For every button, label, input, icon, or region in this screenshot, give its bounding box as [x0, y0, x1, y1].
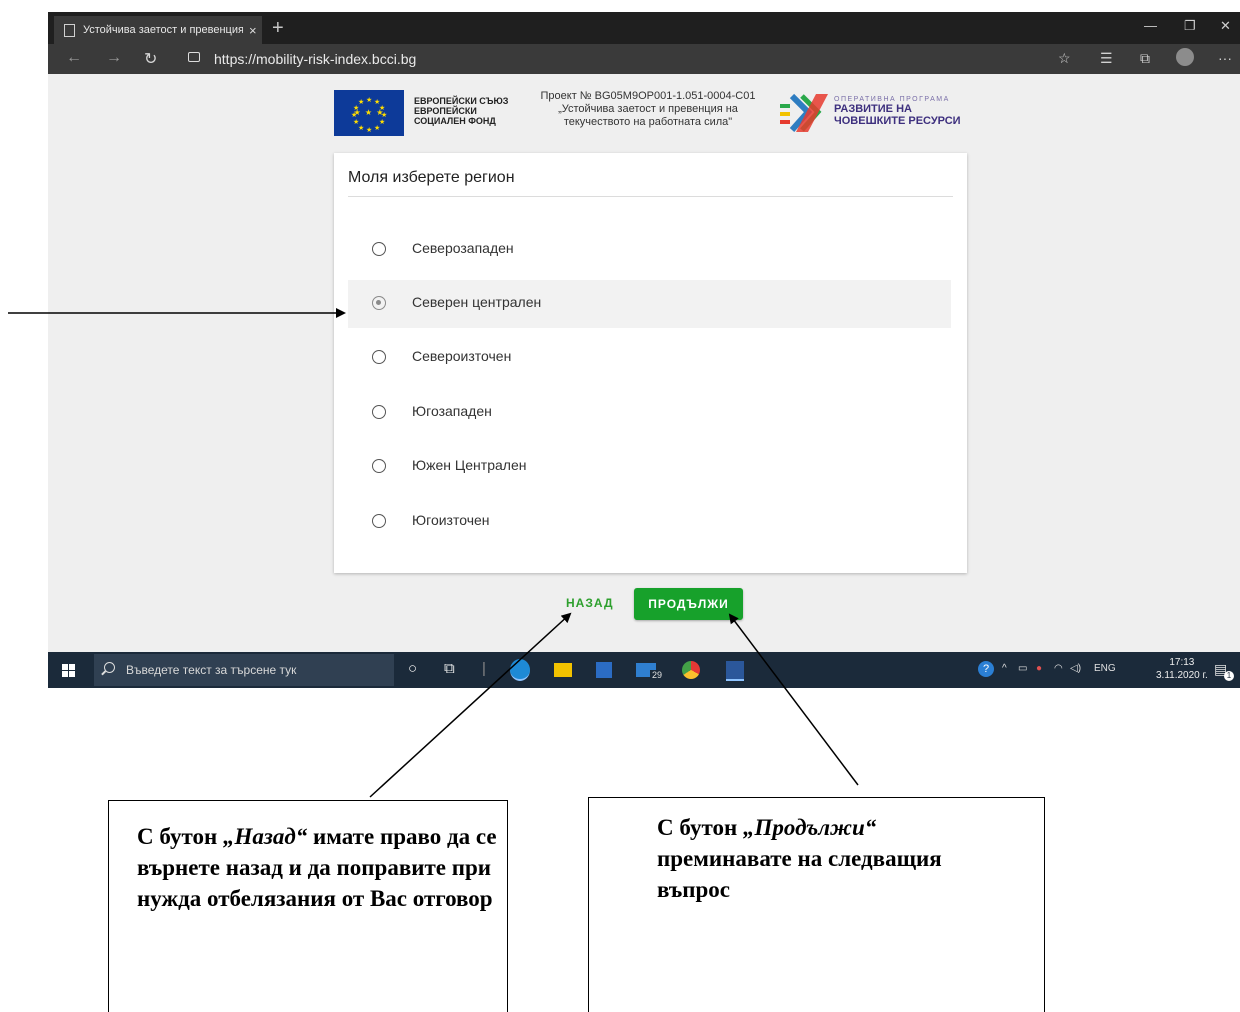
back-button-note: С бутон „Назад“ имате право да се върнет…	[108, 800, 508, 1012]
arrow-to-back-button	[369, 612, 572, 798]
note-text: преминавате на следващия въпрос	[657, 846, 942, 902]
note-button-name: „Назад“	[222, 824, 308, 849]
arrow-to-continue-button	[728, 613, 859, 786]
note-button-name: „Продължи“	[742, 815, 877, 840]
continue-button-note: С бутон „Продължи“ преминавате на следва…	[588, 797, 1045, 1012]
note-prefix: С бутон	[657, 815, 743, 840]
note-prefix: С бутон	[137, 824, 223, 849]
